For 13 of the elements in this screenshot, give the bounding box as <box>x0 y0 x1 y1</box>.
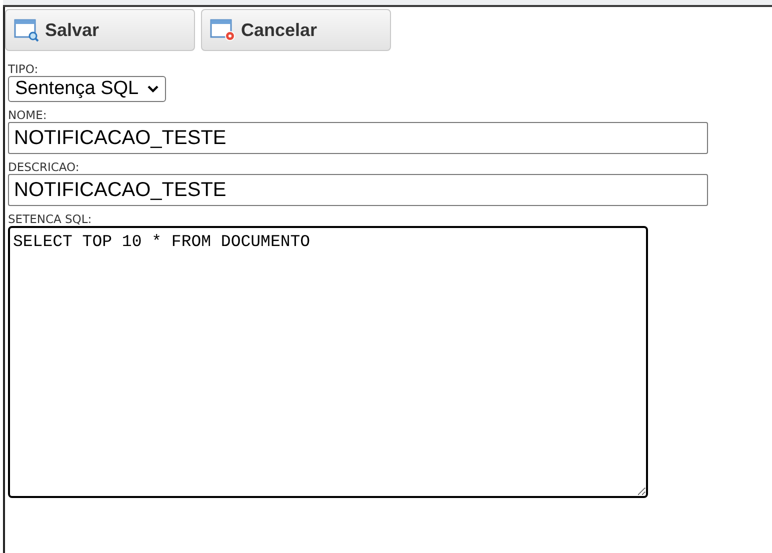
window-magnifier-icon <box>14 18 40 42</box>
field-label: SETENCA SQL: <box>8 213 92 226</box>
text-area[interactable]: SELECT TOP 10 * FROM DOCUMENTO <box>8 226 648 498</box>
save-button[interactable]: Salvar <box>5 9 195 51</box>
select-field[interactable]: Sentença SQL <box>8 76 166 102</box>
input-field[interactable]: NOTIFICACAO_TESTE <box>8 174 708 206</box>
field-label: NOME: <box>8 109 47 122</box>
cancel-button[interactable]: Cancelar <box>201 9 391 51</box>
field-label: DESCRICAO: <box>8 161 80 174</box>
field-label: TIPO: <box>8 63 38 76</box>
window-stop-icon <box>210 18 236 42</box>
input-field[interactable]: NOTIFICACAO_TESTE <box>8 122 708 154</box>
chevron-down-icon <box>146 85 159 93</box>
